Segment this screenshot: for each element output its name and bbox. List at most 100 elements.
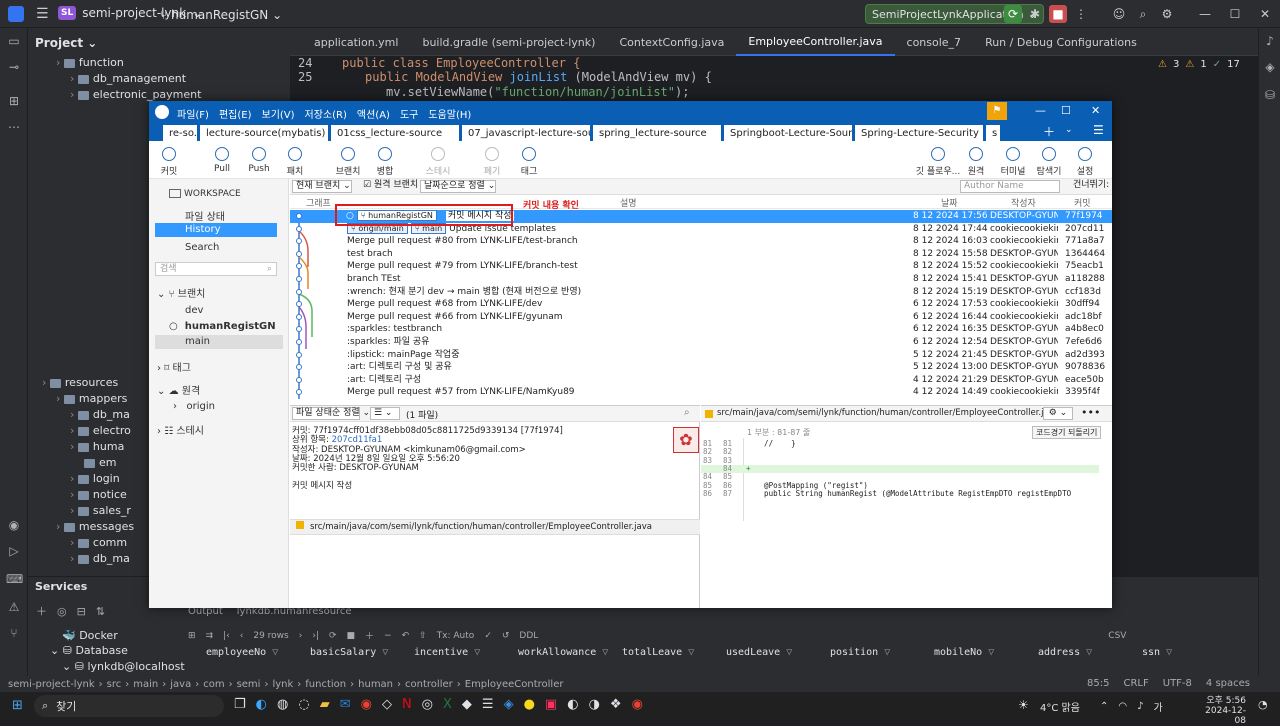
volume-icon[interactable]: ♪ [1137, 701, 1143, 712]
breadcrumb-item[interactable]: semi-project-lynk [8, 679, 95, 690]
hamburger-icon[interactable]: ☰ [1093, 123, 1104, 137]
project-panel-title[interactable]: Project ⌄ [35, 36, 97, 50]
breadcrumb-item[interactable]: main [133, 679, 158, 690]
maximize-icon[interactable]: ☐ [1061, 104, 1071, 117]
commit-icon[interactable]: ✓ [484, 631, 492, 641]
tray-expand-icon[interactable]: ⌃ [1100, 701, 1108, 712]
eye-icon[interactable]: ◎ [57, 605, 67, 618]
tag-button[interactable]: 태그 [511, 145, 547, 177]
gradle-icon[interactable]: ◈ [1262, 60, 1278, 76]
commit-row[interactable]: :art: 디렉토리 구성 및 공유 5 12 2024 13:00 DESKTOP… [290, 361, 1112, 374]
user-icon[interactable]: ☺ [1110, 5, 1128, 23]
rows-count[interactable]: 29 rows [253, 631, 288, 641]
sidebar-search-input[interactable]: 검색 ⌕ [155, 262, 277, 276]
project-tool-icon[interactable]: ▭ [6, 34, 22, 50]
export-format[interactable]: CSV [1108, 631, 1126, 641]
file-encoding[interactable]: UTF-8 [1163, 678, 1192, 689]
result-column-header[interactable]: address ▽ [1038, 647, 1142, 658]
tree-item[interactable]: › huma [70, 440, 124, 453]
expand-icon[interactable]: ⇅ [96, 605, 105, 618]
discard-button[interactable]: 폐기 [474, 145, 510, 177]
editor-tab[interactable]: ContextConfig.java [607, 28, 736, 56]
remote-origin[interactable]: › origin [173, 401, 215, 412]
tree-item[interactable]: › db_ma [70, 552, 130, 565]
result-column-header[interactable]: basicSalary ▽ [310, 647, 414, 658]
search-icon[interactable]: ⌕ [684, 407, 690, 418]
sort-select[interactable]: 날짜순으로 정렬 ⌄ [420, 180, 496, 193]
repo-tab[interactable]: spring_lecture-source [593, 125, 721, 141]
debug-icon[interactable]: ✱ [1026, 5, 1044, 23]
code-line-24[interactable]: public class EmployeeController { [342, 56, 580, 70]
tx-mode[interactable]: Tx: Auto [437, 631, 475, 641]
remotes-section[interactable]: ⌄ ☁ 원격 [157, 382, 200, 397]
editor-tab[interactable]: application.yml [302, 28, 410, 56]
app-icon[interactable]: ◌ [298, 697, 309, 712]
problems-tool-icon[interactable]: ⚠ [6, 600, 22, 616]
more-tools-icon[interactable]: ⋯ [6, 120, 22, 136]
tree-item[interactable]: › resources [42, 376, 118, 389]
tree-item[interactable]: › db_ma [70, 408, 130, 421]
branch-filter-select[interactable]: 현재 브랜치 ⌄ [292, 180, 352, 193]
result-column-header[interactable]: usedLeave ▽ [726, 647, 830, 658]
sourcetree-icon[interactable]: ◈ [504, 697, 514, 712]
code-line-26[interactable]: mv.setViewName("function/human/joinList"… [386, 85, 689, 99]
settings-button[interactable]: 설정 [1067, 145, 1103, 177]
structure-tool-icon[interactable]: ⊞ [6, 94, 22, 110]
stop-icon[interactable]: ■ [1049, 5, 1067, 23]
fetch-button[interactable]: 패치 [277, 145, 313, 177]
more-icon[interactable]: ••• [1081, 406, 1100, 419]
explorer-button[interactable]: 탐색기 [1031, 145, 1067, 177]
vcs-branch-selector[interactable]: ⑂ humanRegistGN ⌄ [160, 8, 282, 22]
parent-link[interactable]: 207cd11fa1 [332, 435, 383, 445]
branch-main[interactable]: main [155, 335, 283, 349]
add-tab-icon[interactable]: ＋ [1043, 123, 1055, 140]
taskview-icon[interactable]: ❐ [234, 697, 246, 712]
outlook-icon[interactable]: ✉ [340, 697, 351, 712]
intellij-icon[interactable]: ▣ [545, 697, 557, 712]
tags-section[interactable]: › ⌑ 태그 [157, 359, 191, 374]
pull-button[interactable]: Pull [204, 145, 240, 174]
settings-icon[interactable]: ⚙ [1158, 5, 1176, 23]
tree-item[interactable]: › electro [70, 424, 131, 437]
menu-item[interactable]: 보기(V) [262, 106, 295, 121]
app-icon[interactable]: ◎ [422, 697, 433, 712]
repo-tab[interactable]: 01css_lecture-source [331, 125, 459, 141]
tab-list-icon[interactable]: ⌄ [1065, 125, 1073, 135]
start-icon[interactable]: ⊞ [12, 698, 23, 713]
last-page-icon[interactable]: ›| [312, 631, 319, 641]
grid-icon[interactable]: ⊞ [188, 631, 196, 641]
refresh-icon[interactable]: ⟳ [329, 631, 337, 641]
result-column-header[interactable]: workAllowance ▽ [518, 647, 622, 658]
terminal-tool-icon[interactable]: ⌨ [6, 572, 23, 588]
explorer-icon[interactable]: ▰ [320, 697, 330, 712]
rollback-icon[interactable]: ↺ [502, 631, 510, 641]
commit-row[interactable]: Merge pull request #57 from LYNK-LIFE/Na… [290, 386, 1112, 399]
close-icon[interactable]: ✕ [1091, 104, 1100, 117]
inspection-widget[interactable]: ⚠ 3 ⚠ 1 ✓ 17 [1158, 59, 1240, 70]
editor-tab[interactable]: console_7 [895, 28, 974, 56]
add-icon[interactable]: ＋ [36, 603, 47, 619]
tree-item[interactable]: › login [70, 472, 120, 485]
notifications-icon[interactable]: ♪ [1262, 34, 1278, 50]
result-column-header[interactable]: totalLeave ▽ [622, 647, 726, 658]
remote-button[interactable]: 원격 [958, 145, 994, 177]
breadcrumb-item[interactable]: src [107, 679, 122, 690]
author-filter-input[interactable]: Author Name [960, 180, 1060, 193]
run-tool-icon[interactable]: ▷ [6, 544, 22, 560]
commit-row[interactable]: branch TEst 8 12 2024 15:41DESKTOP-GYUNA a… [290, 273, 1112, 286]
tree-item[interactable]: › db_management [70, 72, 186, 85]
weather-text[interactable]: 4°C 맑음 [1040, 699, 1080, 714]
search-item[interactable]: Search [185, 242, 219, 253]
indent-setting[interactable]: 4 spaces [1206, 678, 1250, 689]
netflix-icon[interactable]: N [402, 697, 412, 712]
database-icon[interactable]: ⛁ [1262, 88, 1278, 104]
kakaotalk-icon[interactable]: ● [524, 697, 535, 712]
db-connection-node[interactable]: ⌄ ⛁ lynkdb@localhost [62, 660, 185, 673]
chrome-icon[interactable]: ◉ [632, 697, 643, 712]
taskbar-search[interactable]: ⌕ 찾기 [34, 695, 224, 717]
tree-item[interactable]: › electronic_payment [70, 88, 201, 101]
code-line-25[interactable]: public ModelAndView joinList (ModelAndVi… [365, 70, 712, 84]
result-column-header[interactable]: incentive ▽ [414, 647, 518, 658]
app-icon[interactable]: ◍ [277, 697, 288, 712]
wifi-icon[interactable]: ◠ [1118, 701, 1127, 712]
